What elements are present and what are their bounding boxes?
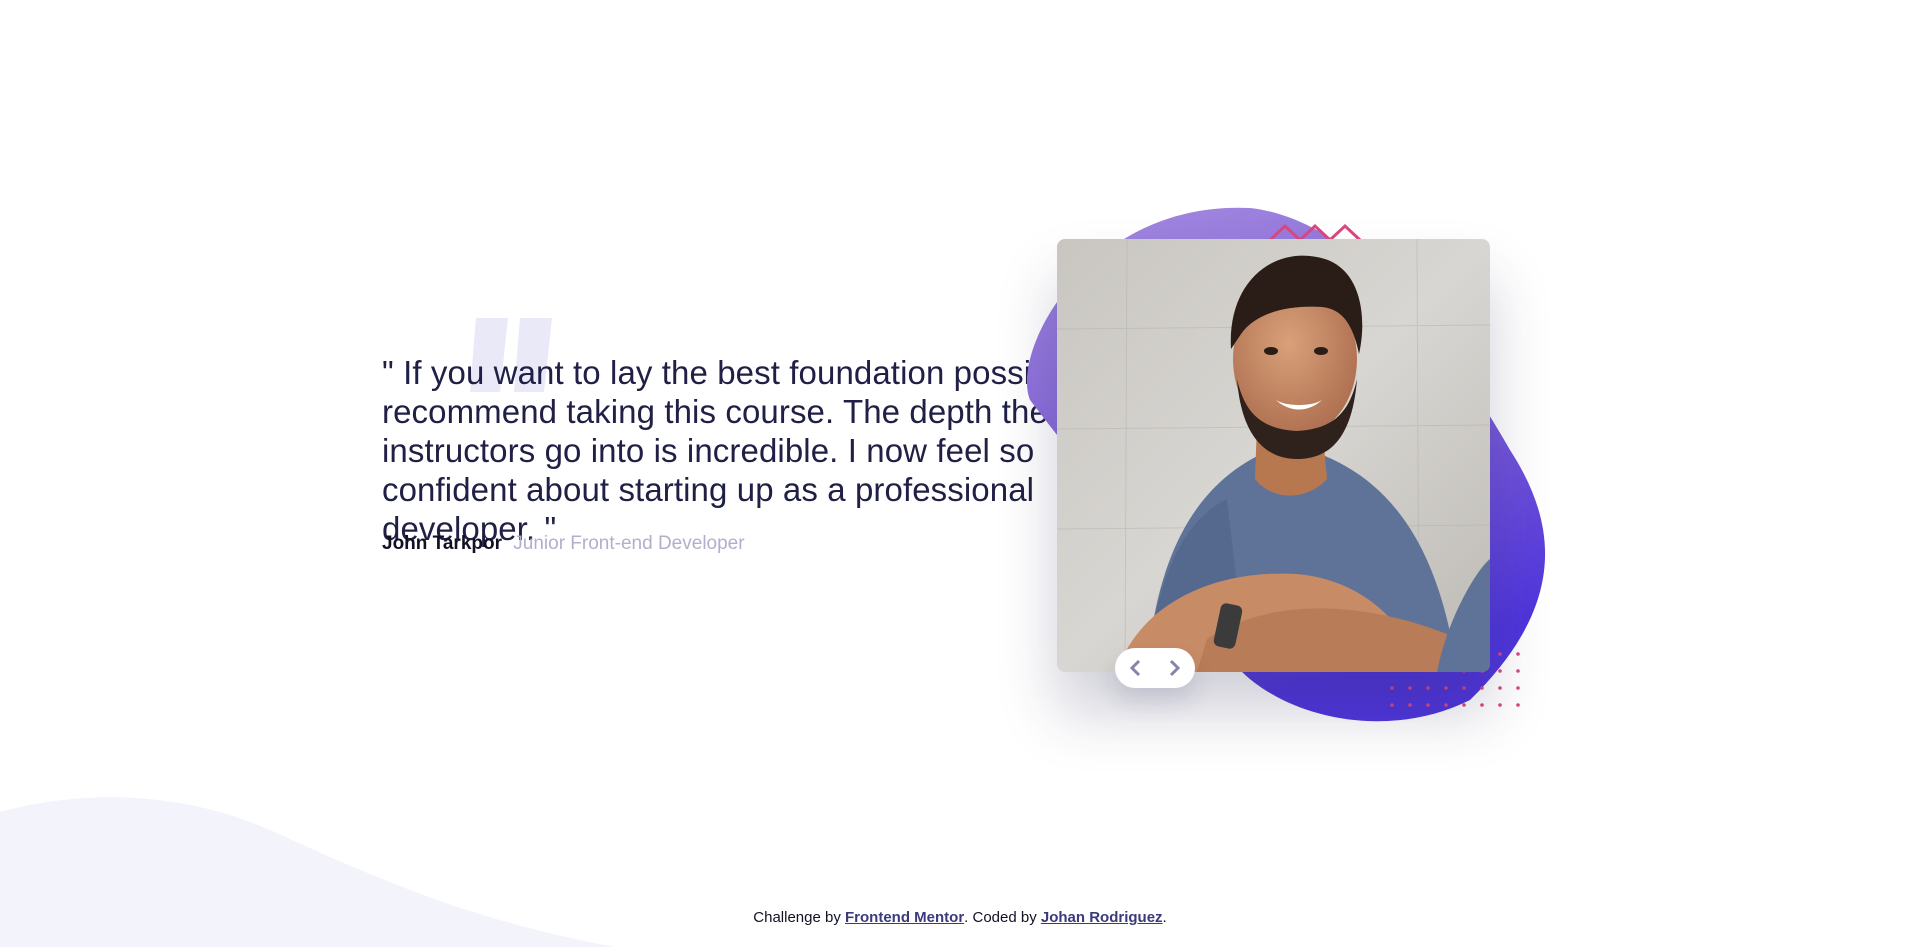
testimonial-photo [1057,239,1490,672]
chevron-right-icon [1169,659,1181,677]
footer-middle: . Coded by [964,909,1041,926]
person-photo-illustration [1057,239,1490,672]
author-link[interactable]: Johan Rodriguez [1041,909,1163,926]
footer-suffix: . [1162,909,1167,926]
frontend-mentor-link[interactable]: Frontend Mentor [845,909,964,926]
next-button[interactable] [1159,652,1191,684]
chevron-left-icon [1129,659,1141,677]
slider-nav-controls [1115,648,1195,688]
testimonial-quote: " If you want to lay the best foundation… [382,354,1119,547]
attribution-footer: Challenge by Frontend Mentor. Coded by J… [0,909,1920,926]
footer-prefix: Challenge by [753,909,845,926]
page: " If you want to lay the best foundation… [0,0,1920,947]
testimonial-author: John Tarkpor Junior Front-end Developer [382,532,745,556]
author-name: John Tarkpor [382,533,502,554]
prev-button[interactable] [1119,652,1151,684]
zigzag-pattern [1268,223,1362,243]
testimonial-slider: " If you want to lay the best foundation… [0,0,1920,947]
author-role: Junior Front-end Developer [513,533,745,554]
